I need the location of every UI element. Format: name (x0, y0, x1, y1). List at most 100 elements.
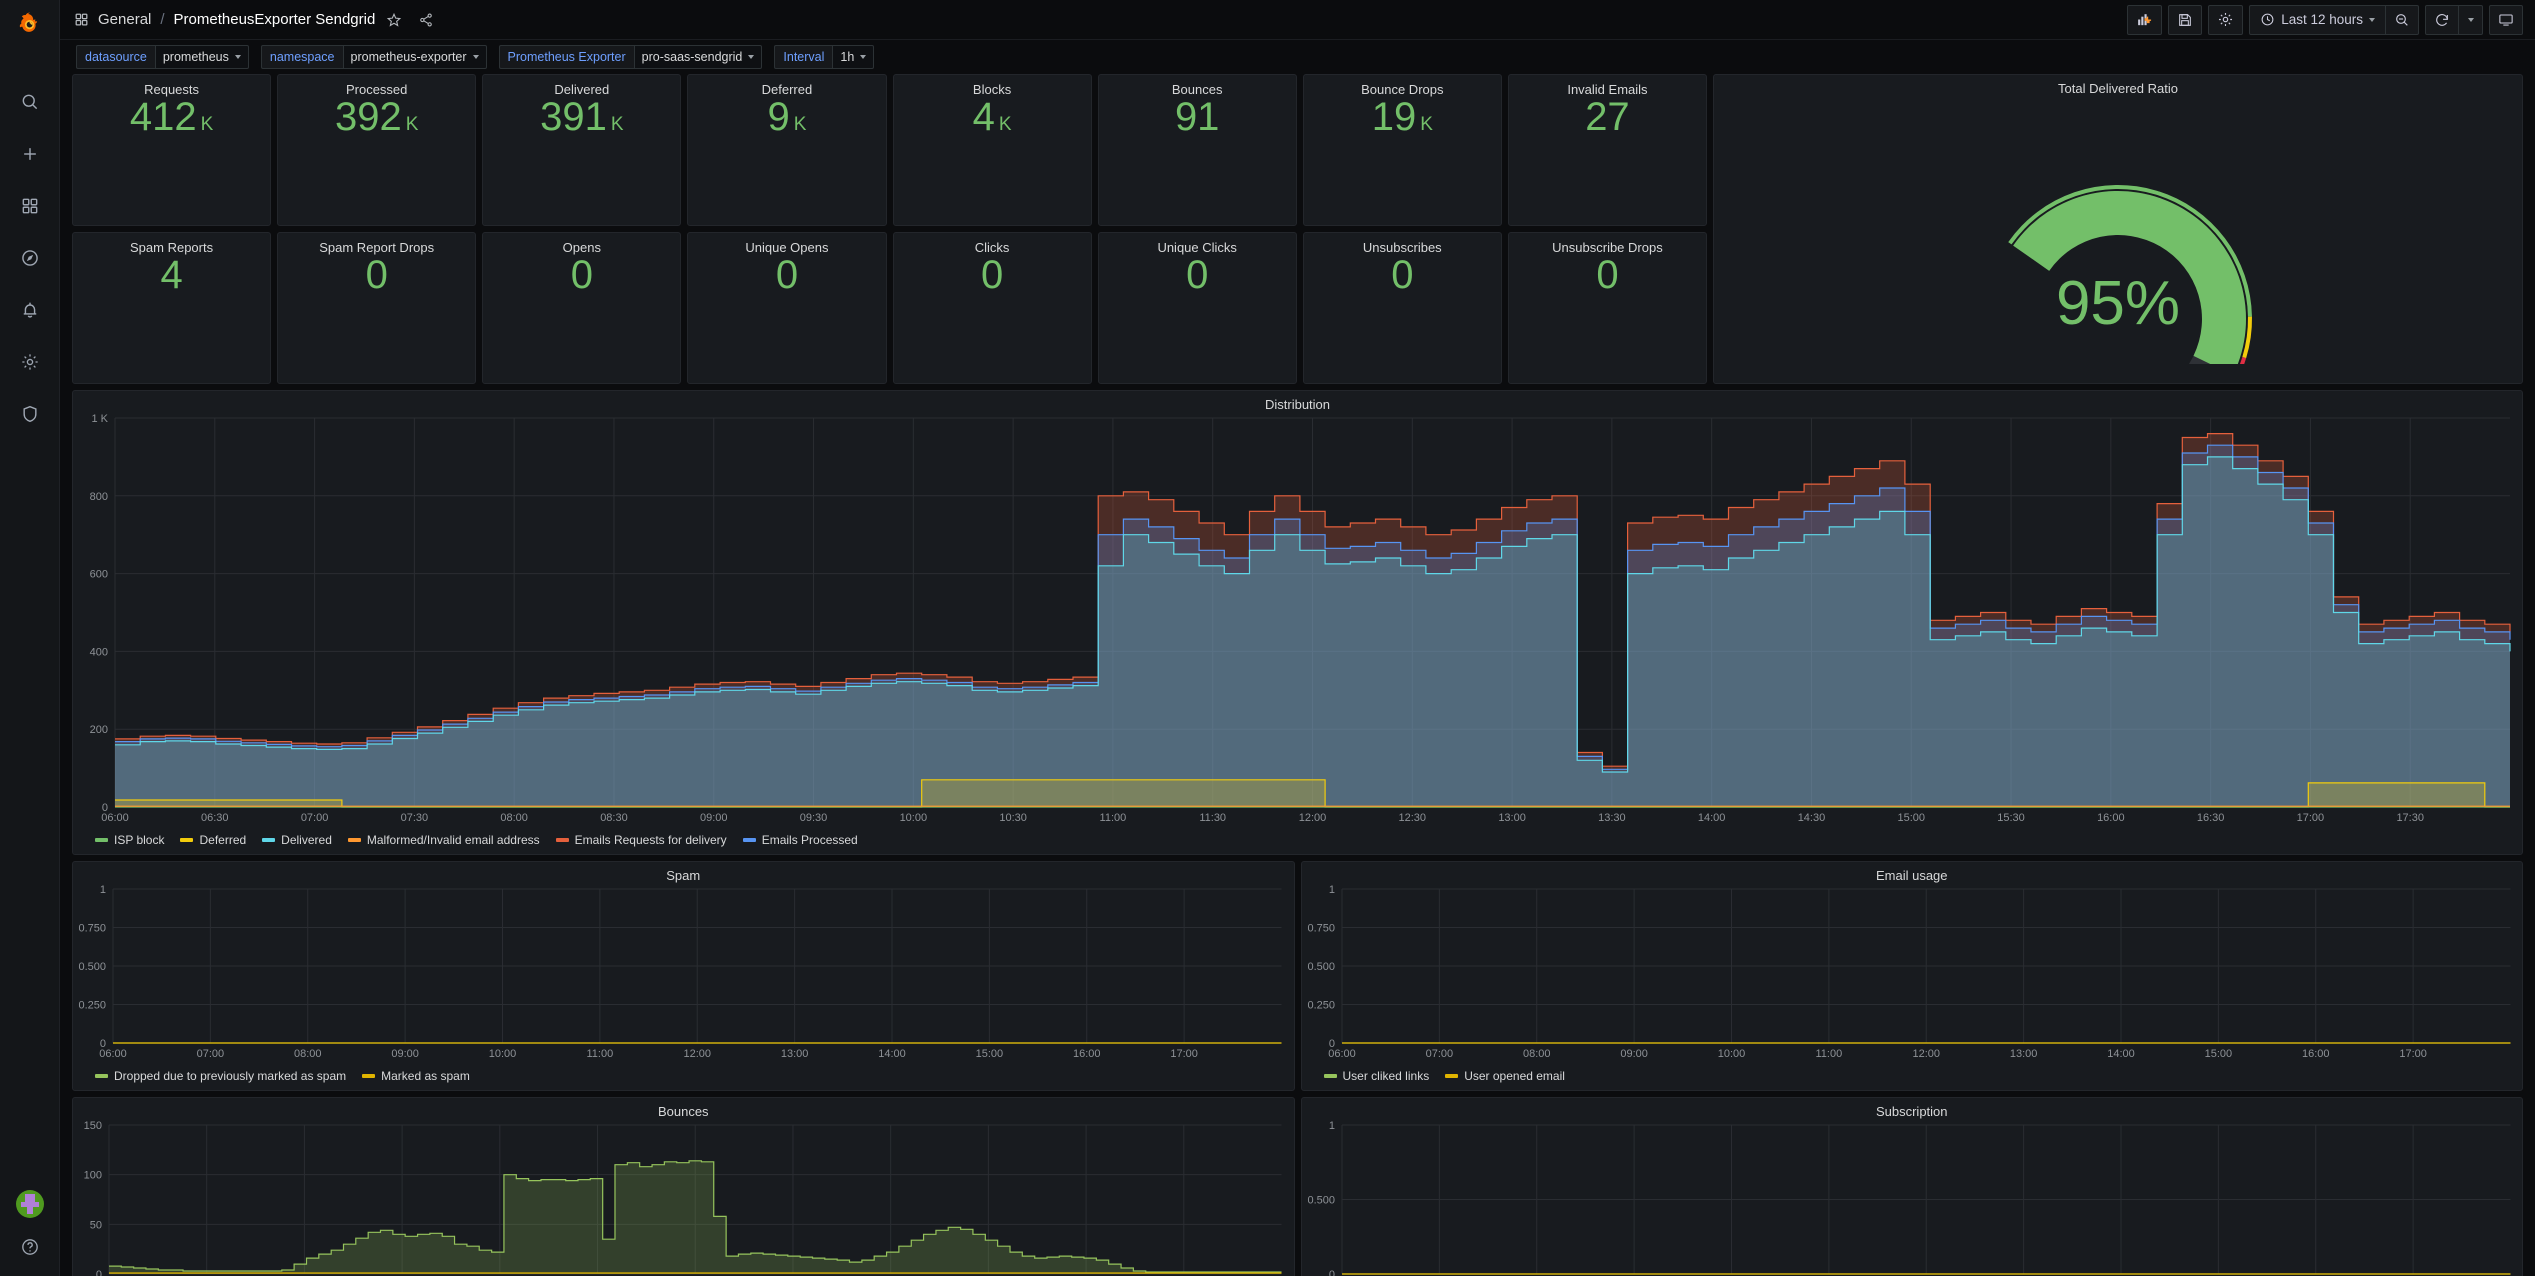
stat-unit: K (794, 114, 807, 136)
variable-value-dropdown[interactable]: 1h (832, 45, 874, 69)
legend-color-swatch (743, 838, 756, 842)
legend-item[interactable]: User cliked links (1324, 1069, 1430, 1083)
legend-item[interactable]: ISP block (95, 833, 164, 847)
legend-label: Dropped due to previously marked as spam (114, 1069, 346, 1083)
bell-alerting-icon[interactable] (0, 284, 60, 336)
stat-panel-unsubscribes[interactable]: Unsubscribes0 (1303, 232, 1502, 384)
save-dashboard-button[interactable] (2168, 5, 2202, 35)
stat-panel-spam-report-drops[interactable]: Spam Report Drops0 (277, 232, 476, 384)
stat-title: Spam Reports (73, 233, 270, 255)
x-axis-tick-label: 14:00 (2107, 1048, 2134, 1060)
variable-value-dropdown[interactable]: prometheus-exporter (343, 45, 487, 69)
stat-panel-unique-opens[interactable]: Unique Opens0 (687, 232, 886, 384)
y-axis-tick-label: 0.750 (1307, 922, 1334, 934)
help-question-icon[interactable] (0, 1234, 60, 1260)
legend-item[interactable]: Delivered (262, 833, 332, 847)
stat-panel-bounces[interactable]: Bounces91 (1098, 74, 1297, 226)
x-axis-tick-label: 16:00 (1073, 1048, 1100, 1060)
gauge-visualization: 95% (1714, 96, 2522, 382)
breadcrumb-folder[interactable]: General (98, 11, 151, 28)
stat-panel-unique-clicks[interactable]: Unique Clicks0 (1098, 232, 1297, 384)
add-panel-button[interactable] (2127, 5, 2162, 35)
panel-subscription[interactable]: Subscription 00.500106:0007:0008:0009:00… (1301, 1097, 2524, 1276)
panel-bounces[interactable]: Bounces 05010015006:0007:0008:0009:0010:… (72, 1097, 1295, 1276)
panel-spam[interactable]: Spam 00.2500.5000.750106:0007:0008:0009:… (72, 861, 1295, 1091)
spam-chart: 00.2500.5000.750106:0007:0008:0009:0010:… (73, 883, 1294, 1063)
legend-item[interactable]: Deferred (180, 833, 246, 847)
bounces-and-subscription-row: Bounces 05010015006:0007:0008:0009:0010:… (72, 1097, 2523, 1276)
plus-icon[interactable] (0, 128, 60, 180)
stat-title: Bounces (1099, 75, 1296, 97)
variable-label: datasource (76, 45, 155, 69)
stat-title: Unique Opens (688, 233, 885, 255)
stat-panel-delivered[interactable]: Delivered391K (482, 74, 681, 226)
compass-explore-icon[interactable] (0, 232, 60, 284)
chevron-down-icon (473, 55, 479, 59)
variable-label: namespace (261, 45, 343, 69)
x-axis-tick-label: 12:30 (1399, 812, 1427, 824)
legend-color-swatch (362, 1074, 375, 1078)
legend-item[interactable]: Dropped due to previously marked as spam (95, 1069, 346, 1083)
legend-item[interactable]: User opened email (1445, 1069, 1565, 1083)
refresh-button[interactable] (2425, 5, 2459, 35)
chevron-down-icon (748, 55, 754, 59)
stat-panel-unsubscribe-drops[interactable]: Unsubscribe Drops0 (1508, 232, 1707, 384)
legend-item[interactable]: Emails Processed (743, 833, 858, 847)
x-axis-tick-label: 10:30 (999, 812, 1027, 824)
stat-value: 0 (688, 255, 885, 375)
stat-unit: K (611, 114, 624, 136)
stat-panel-bounce-drops[interactable]: Bounce Drops19K (1303, 74, 1502, 226)
kiosk-mode-button[interactable] (2489, 5, 2523, 35)
y-axis-tick-label: 150 (84, 1120, 102, 1132)
legend-item[interactable]: Marked as spam (362, 1069, 470, 1083)
refresh-interval-dropdown[interactable] (2459, 5, 2483, 35)
time-range-picker[interactable]: Last 12 hours (2249, 5, 2386, 35)
star-icon[interactable] (381, 7, 407, 33)
x-axis-tick-label: 16:30 (2197, 812, 2225, 824)
search-icon[interactable] (0, 76, 60, 128)
y-axis-tick-label: 0.250 (78, 999, 105, 1011)
variable-value-dropdown[interactable]: prometheus (155, 45, 249, 69)
stat-panel-blocks[interactable]: Blocks4K (893, 74, 1092, 226)
stat-value: 91 (1099, 97, 1296, 217)
x-axis-tick-label: 12:00 (1299, 812, 1327, 824)
panel-email-usage[interactable]: Email usage 00.2500.5000.750106:0007:000… (1301, 861, 2524, 1091)
y-axis-tick-label: 0.500 (1307, 961, 1334, 973)
shield-admin-icon[interactable] (0, 388, 60, 440)
x-axis-tick-label: 17:00 (2297, 812, 2325, 824)
stat-panel-spam-reports[interactable]: Spam Reports4 (72, 232, 271, 384)
stat-panel-requests[interactable]: Requests412K (72, 74, 271, 226)
x-axis-tick-label: 08:00 (294, 1048, 321, 1060)
variable-value-dropdown[interactable]: pro-saas-sendgrid (634, 45, 763, 69)
x-axis-tick-label: 06:00 (99, 1048, 126, 1060)
y-axis-tick-label: 1 K (91, 413, 108, 425)
stat-panel-processed[interactable]: Processed392K (277, 74, 476, 226)
gear-configuration-icon[interactable] (0, 336, 60, 388)
dashboards-icon[interactable] (0, 180, 60, 232)
panel-distribution[interactable]: Distribution 02004006008001 K06:0006:300… (72, 390, 2523, 855)
stat-panel-clicks[interactable]: Clicks0 (893, 232, 1092, 384)
stat-panel-deferred[interactable]: Deferred9K (687, 74, 886, 226)
stat-value: 0 (1509, 255, 1706, 375)
x-axis-tick-label: 09:30 (800, 812, 828, 824)
stat-panel-invalid-emails[interactable]: Invalid Emails27 (1508, 74, 1707, 226)
stats-and-gauge-row: Requests412KProcessed392KDelivered391KDe… (72, 74, 2523, 384)
zoom-out-button[interactable] (2386, 5, 2419, 35)
dashboard-settings-button[interactable] (2208, 5, 2243, 35)
stat-unit: K (201, 114, 214, 136)
grafana-logo-icon[interactable] (0, 0, 60, 46)
spam-and-usage-row: Spam 00.2500.5000.750106:0007:0008:0009:… (72, 861, 2523, 1091)
legend-item[interactable]: Malformed/Invalid email address (348, 833, 540, 847)
x-axis-tick-label: 13:00 (2009, 1048, 2036, 1060)
legend-item[interactable]: Emails Requests for delivery (556, 833, 727, 847)
x-axis-tick-label: 14:00 (1698, 812, 1726, 824)
stat-number: 0 (776, 255, 798, 295)
share-icon[interactable] (413, 7, 439, 33)
legend-label: ISP block (114, 833, 164, 847)
y-axis-tick-label: 600 (90, 569, 108, 581)
avatar[interactable] (16, 1190, 44, 1218)
panel-total-delivered-ratio[interactable]: Total Delivered Ratio 95% (1713, 74, 2523, 384)
stat-panel-opens[interactable]: Opens0 (482, 232, 681, 384)
x-axis-tick-label: 16:00 (2097, 812, 2125, 824)
stat-value: 391K (483, 97, 680, 217)
